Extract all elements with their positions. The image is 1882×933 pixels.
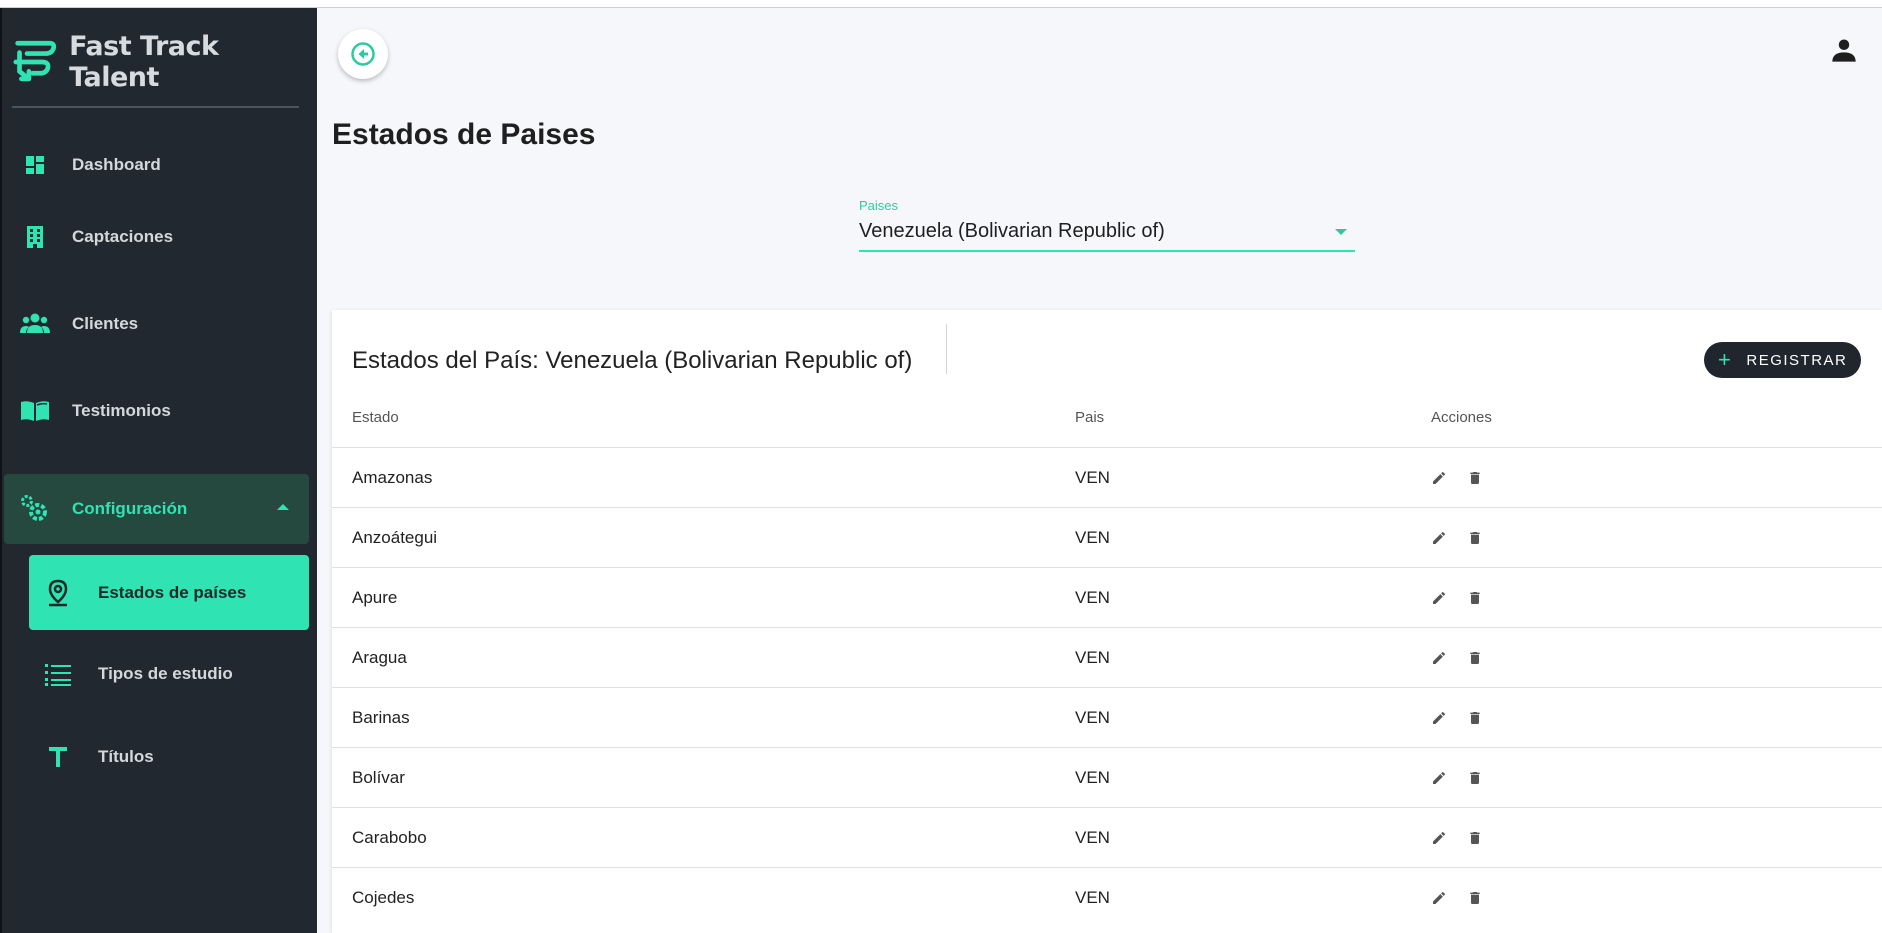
country-select[interactable]: Paises Venezuela (Bolivarian Republic of… bbox=[859, 196, 1355, 252]
settings-icon bbox=[20, 494, 50, 524]
table-title: Estados del País: Venezuela (Bolivarian … bbox=[352, 347, 913, 374]
edit-icon[interactable] bbox=[1429, 528, 1449, 548]
states-table-card: Estados del País: Venezuela (Bolivarian … bbox=[332, 310, 1882, 933]
table-row: Anzoátegui VEN bbox=[332, 507, 1882, 568]
cell-estado: Aragua bbox=[352, 648, 407, 667]
user-icon[interactable] bbox=[1830, 36, 1858, 64]
sidebar-subitem-label: Títulos bbox=[98, 746, 154, 766]
cell-estado: Barinas bbox=[352, 708, 410, 727]
delete-icon[interactable] bbox=[1465, 768, 1485, 788]
plus-icon: + bbox=[1718, 347, 1733, 372]
delete-icon[interactable] bbox=[1465, 708, 1485, 728]
cell-pais: VEN bbox=[1075, 468, 1110, 487]
select-underline bbox=[859, 250, 1355, 252]
delete-icon[interactable] bbox=[1465, 828, 1485, 848]
back-arrow-icon bbox=[351, 42, 375, 66]
delete-icon[interactable] bbox=[1465, 588, 1485, 608]
edit-icon[interactable] bbox=[1429, 768, 1449, 788]
sidebar-item-label: Configuración bbox=[72, 499, 188, 518]
sidebar: Fast Track Talent Dashboard Captaciones bbox=[0, 8, 317, 933]
cell-pais: VEN bbox=[1075, 648, 1110, 667]
cell-pais: VEN bbox=[1075, 888, 1110, 907]
logo-icon bbox=[13, 40, 57, 82]
list-icon bbox=[43, 659, 73, 689]
people-icon bbox=[20, 309, 50, 339]
cell-pais: VEN bbox=[1075, 828, 1110, 847]
sidebar-divider bbox=[12, 106, 299, 108]
table-row: Amazonas VEN bbox=[332, 447, 1882, 508]
cell-pais: VEN bbox=[1075, 708, 1110, 727]
title-t-icon bbox=[43, 742, 73, 772]
column-header-pais[interactable]: Pais bbox=[1075, 409, 1104, 426]
chevron-up-icon bbox=[277, 504, 289, 510]
sidebar-item-label: Clientes bbox=[72, 314, 139, 333]
delete-icon[interactable] bbox=[1465, 648, 1485, 668]
location-pin-icon bbox=[43, 578, 73, 608]
edit-icon[interactable] bbox=[1429, 708, 1449, 728]
page-title: Estados de Paises bbox=[332, 118, 596, 151]
sidebar-item-clientes[interactable]: Clientes bbox=[2, 294, 319, 354]
cell-estado: Cojedes bbox=[352, 888, 415, 907]
brand-logo[interactable]: Fast Track Talent bbox=[12, 31, 302, 93]
edit-icon[interactable] bbox=[1429, 588, 1449, 608]
column-header-acciones: Acciones bbox=[1431, 409, 1492, 426]
brand-name: Fast Track Talent bbox=[69, 31, 219, 93]
table-row: Apure VEN bbox=[332, 567, 1882, 628]
register-button[interactable]: + REGISTRAR bbox=[1704, 342, 1861, 378]
dashboard-icon bbox=[20, 150, 50, 180]
sidebar-item-configuracion[interactable]: Configuración bbox=[4, 474, 309, 544]
dropdown-arrow-icon[interactable] bbox=[1335, 229, 1347, 235]
sidebar-subitem-label: Tipos de estudio bbox=[98, 663, 233, 683]
edit-icon[interactable] bbox=[1429, 468, 1449, 488]
sidebar-subitem-label: Estados de países bbox=[98, 582, 247, 602]
title-divider bbox=[946, 324, 947, 374]
cell-pais: VEN bbox=[1075, 528, 1110, 547]
column-header-estado[interactable]: Estado bbox=[352, 409, 399, 426]
cell-estado: Anzoátegui bbox=[352, 528, 438, 547]
sidebar-item-label: Dashboard bbox=[72, 155, 161, 174]
delete-icon[interactable] bbox=[1465, 888, 1485, 908]
edit-icon[interactable] bbox=[1429, 828, 1449, 848]
sidebar-subitem-tipos-estudio[interactable]: Tipos de estudio bbox=[29, 636, 309, 711]
top-border bbox=[0, 0, 1882, 8]
cell-estado: Apure bbox=[352, 588, 398, 607]
sidebar-item-testimonios[interactable]: Testimonios bbox=[2, 381, 319, 441]
cell-estado: Amazonas bbox=[352, 468, 433, 487]
cell-estado: Carabobo bbox=[352, 828, 427, 847]
delete-icon[interactable] bbox=[1465, 468, 1485, 488]
delete-icon[interactable] bbox=[1465, 528, 1485, 548]
sidebar-item-label: Testimonios bbox=[72, 401, 171, 420]
cell-estado: Bolívar bbox=[352, 768, 405, 787]
cell-pais: VEN bbox=[1075, 588, 1110, 607]
sidebar-item-label: Captaciones bbox=[72, 227, 174, 246]
table-row: Carabobo VEN bbox=[332, 807, 1882, 868]
edit-icon[interactable] bbox=[1429, 648, 1449, 668]
sidebar-item-captaciones[interactable]: Captaciones bbox=[2, 207, 319, 267]
cell-pais: VEN bbox=[1075, 768, 1110, 787]
sidebar-subitem-estados[interactable]: Estados de países bbox=[29, 555, 309, 630]
back-button[interactable] bbox=[338, 29, 388, 79]
table-row: Bolívar VEN bbox=[332, 747, 1882, 808]
country-select-value[interactable]: Venezuela (Bolivarian Republic of) bbox=[859, 220, 1165, 243]
building-icon bbox=[20, 222, 50, 252]
table-row: Barinas VEN bbox=[332, 687, 1882, 748]
table-row: Cojedes VEN bbox=[332, 867, 1882, 928]
country-select-label: Paises bbox=[859, 198, 899, 213]
sidebar-item-dashboard[interactable]: Dashboard bbox=[2, 135, 319, 195]
edit-icon[interactable] bbox=[1429, 888, 1449, 908]
book-icon bbox=[20, 396, 50, 426]
register-button-label: REGISTRAR bbox=[1746, 351, 1848, 369]
sidebar-subitem-titulos[interactable]: Títulos bbox=[29, 719, 309, 794]
table-row: Aragua VEN bbox=[332, 627, 1882, 688]
